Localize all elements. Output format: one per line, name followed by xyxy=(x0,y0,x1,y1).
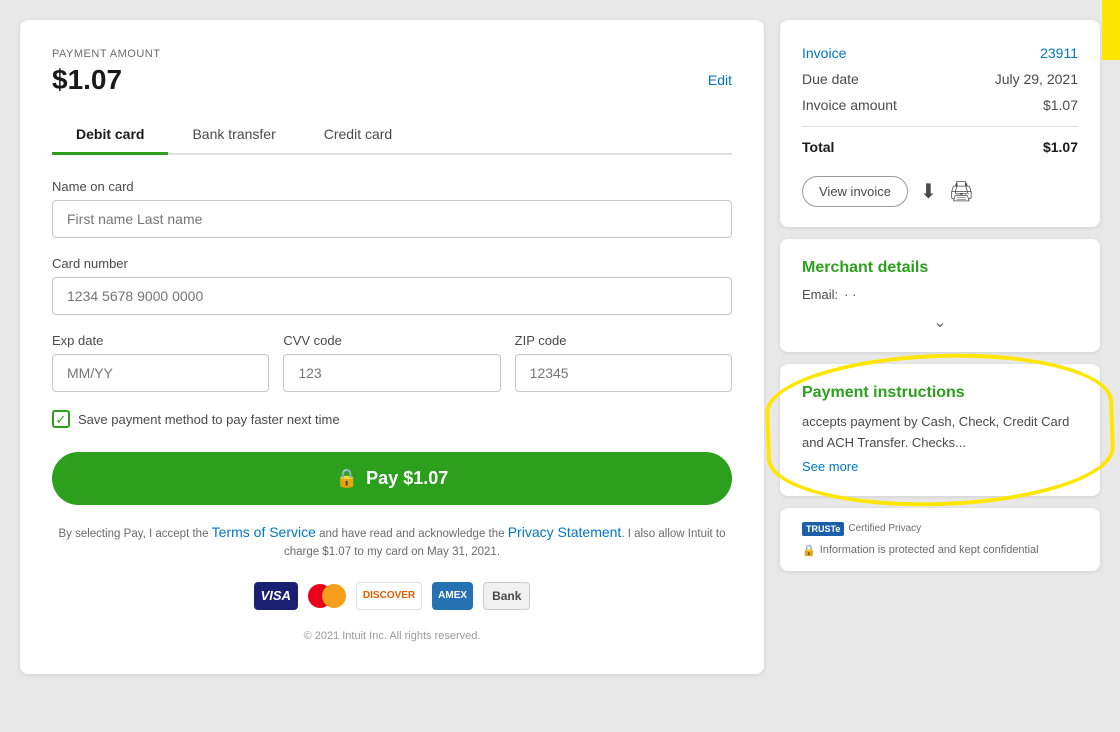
invoice-label: Invoice xyxy=(802,45,846,61)
confidential-label: Information is protected and kept confid… xyxy=(820,544,1039,556)
legal-line1: By selecting Pay, I accept the xyxy=(58,528,211,540)
truste-card: TRUSTe Certified Privacy 🔒 Information i… xyxy=(780,508,1100,571)
exp-date-input[interactable] xyxy=(52,354,269,392)
truste-logo: TRUSTe xyxy=(802,522,844,536)
email-value: · · xyxy=(844,287,856,302)
merchant-email-row: Email: · · xyxy=(802,287,1078,302)
left-panel: PAYMENT AMOUNT $1.07 Edit Debit card Ban… xyxy=(20,20,764,674)
tos-link[interactable]: Terms of Service xyxy=(212,524,316,540)
cvv-group: CVV code xyxy=(283,333,500,392)
amex-icon: AMEX xyxy=(432,582,473,610)
zip-label: ZIP code xyxy=(515,333,732,348)
tabs: Debit card Bank transfer Credit card xyxy=(52,116,732,155)
invoice-actions: View invoice ⬇ 🖨 xyxy=(802,176,1078,207)
privacy-link[interactable]: Privacy Statement xyxy=(508,524,622,540)
download-icon[interactable]: ⬇ xyxy=(920,179,937,204)
exp-date-label: Exp date xyxy=(52,333,269,348)
due-date-label: Due date xyxy=(802,71,859,87)
save-payment-row: ✓ Save payment method to pay faster next… xyxy=(52,410,732,428)
save-payment-label: Save payment method to pay faster next t… xyxy=(78,412,340,427)
email-label: Email: xyxy=(802,287,838,302)
total-value: $1.07 xyxy=(1043,139,1078,155)
tab-credit-card[interactable]: Credit card xyxy=(300,116,416,155)
invoice-amount-value: $1.07 xyxy=(1043,97,1078,113)
visa-icon: VISA xyxy=(254,582,298,610)
name-on-card-group: Name on card xyxy=(52,179,732,238)
truste-row: TRUSTe Certified Privacy xyxy=(802,522,1078,536)
confidential-text: 🔒 Information is protected and kept conf… xyxy=(802,544,1078,557)
lock-small-icon: 🔒 xyxy=(802,544,816,557)
view-invoice-button[interactable]: View invoice xyxy=(802,176,908,207)
name-on-card-input[interactable] xyxy=(52,200,732,238)
save-payment-checkbox[interactable]: ✓ xyxy=(52,410,70,428)
discover-icon: DISCOVER xyxy=(356,582,422,610)
zip-input[interactable] xyxy=(515,354,732,392)
due-date-value: July 29, 2021 xyxy=(995,71,1078,87)
legal-line2: and have read and acknowledge the xyxy=(316,528,508,540)
instructions-text: accepts payment by Cash, Check, Credit C… xyxy=(802,412,1078,454)
invoice-row-number: Invoice 23911 xyxy=(802,40,1078,66)
payment-amount-label: PAYMENT AMOUNT xyxy=(52,48,732,60)
invoice-number: 23911 xyxy=(1040,45,1078,61)
lock-icon: 🔒 xyxy=(336,468,358,489)
payment-amount-value: $1.07 xyxy=(52,64,122,96)
tab-debit-card[interactable]: Debit card xyxy=(52,116,168,155)
card-number-input[interactable] xyxy=(52,277,732,315)
pay-button-label: Pay $1.07 xyxy=(366,468,448,489)
zip-group: ZIP code xyxy=(515,333,732,392)
pay-button[interactable]: 🔒 Pay $1.07 xyxy=(52,452,732,505)
card-number-label: Card number xyxy=(52,256,732,271)
total-label: Total xyxy=(802,139,834,155)
payment-icons: VISA DISCOVER AMEX Bank xyxy=(52,582,732,610)
card-number-group: Card number xyxy=(52,256,732,315)
merchant-details-title: Merchant details xyxy=(802,259,1078,277)
cvv-input[interactable] xyxy=(283,354,500,392)
right-panel: Invoice 23911 Due date July 29, 2021 Inv… xyxy=(780,20,1100,674)
chevron-down-icon[interactable]: ⌄ xyxy=(802,312,1078,332)
mastercard-icon xyxy=(308,584,346,608)
invoice-row-due-date: Due date July 29, 2021 xyxy=(802,66,1078,92)
invoice-card: Invoice 23911 Due date July 29, 2021 Inv… xyxy=(780,20,1100,227)
checkmark-icon: ✓ xyxy=(56,413,67,426)
invoice-row-amount: Invoice amount $1.07 xyxy=(802,92,1078,118)
payment-amount-row: $1.07 Edit xyxy=(52,64,732,96)
payment-instructions-card: Payment instructions accepts payment by … xyxy=(780,364,1100,496)
see-more-link[interactable]: See more xyxy=(802,459,858,474)
page-wrapper: PAYMENT AMOUNT $1.07 Edit Debit card Ban… xyxy=(20,20,1100,674)
merchant-details-card: Merchant details Email: · · ⌄ xyxy=(780,239,1100,352)
truste-certified-label: Certified Privacy xyxy=(848,523,921,534)
exp-cvv-zip-row: Exp date CVV code ZIP code xyxy=(52,333,732,410)
name-on-card-label: Name on card xyxy=(52,179,732,194)
exp-date-group: Exp date xyxy=(52,333,269,392)
legal-text: By selecting Pay, I accept the Terms of … xyxy=(52,521,732,562)
edit-link[interactable]: Edit xyxy=(708,72,732,88)
invoice-amount-label: Invoice amount xyxy=(802,97,897,113)
truste-badge: TRUSTe Certified Privacy xyxy=(802,522,921,536)
print-icon[interactable]: 🖨 xyxy=(949,179,974,204)
cvv-label: CVV code xyxy=(283,333,500,348)
yellow-accent xyxy=(1102,0,1120,60)
payment-instructions-title: Payment instructions xyxy=(802,384,1078,402)
tab-bank-transfer[interactable]: Bank transfer xyxy=(168,116,299,155)
copyright-text: © 2021 Intuit Inc. All rights reserved. xyxy=(52,630,732,642)
invoice-row-total: Total $1.07 xyxy=(802,126,1078,160)
bank-icon: Bank xyxy=(483,582,530,610)
